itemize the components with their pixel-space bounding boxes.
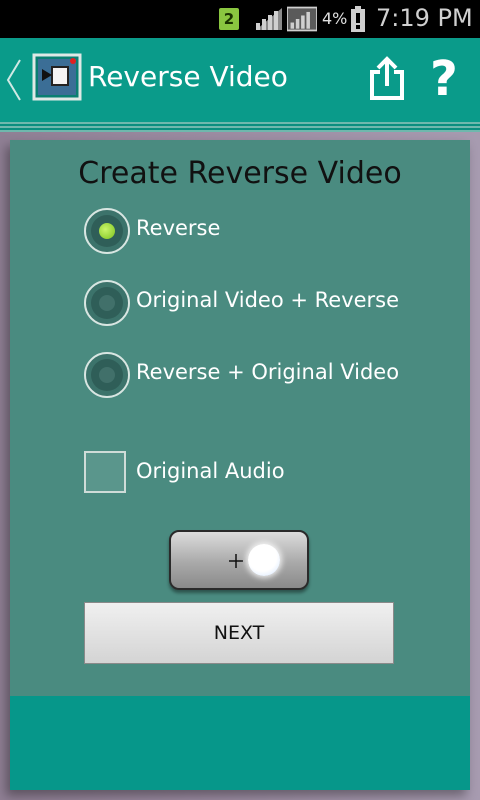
radio-label: Reverse + Original Video: [136, 360, 400, 384]
radio-button[interactable]: [84, 208, 130, 254]
crosshair-icon: [229, 554, 243, 568]
options-card: Create Reverse Video Reverse Original Vi…: [10, 140, 470, 790]
radio-dot: [99, 295, 115, 311]
original-audio-label: Original Audio: [136, 459, 285, 483]
status-bar: 2 4% 7:19 PM: [0, 0, 480, 38]
radio-dot: [99, 367, 115, 383]
header-divider: [0, 122, 480, 132]
help-icon[interactable]: ?: [430, 52, 466, 106]
card-footer: [10, 696, 470, 790]
next-button[interactable]: NEXT: [84, 602, 394, 664]
preview-toggle-button[interactable]: [169, 530, 309, 590]
battery-percent: 4%: [322, 9, 348, 28]
page-title: Create Reverse Video: [78, 156, 402, 191]
back-chevron-icon[interactable]: [6, 58, 22, 102]
app-icon: [32, 53, 82, 101]
notification-badge: 2: [219, 8, 239, 30]
status-time: 7:19 PM: [376, 4, 473, 32]
signal-icon: [287, 6, 317, 32]
action-bar: Reverse Video ?: [0, 38, 480, 122]
radio-button[interactable]: [84, 280, 130, 326]
battery-low-icon: [351, 6, 365, 32]
signal-icon: [256, 8, 282, 30]
radio-label: Reverse: [136, 216, 221, 240]
radio-dot: [99, 223, 115, 239]
app-title: Reverse Video: [88, 60, 288, 93]
radio-button[interactable]: [84, 352, 130, 398]
radio-label: Original Video + Reverse: [136, 288, 400, 312]
original-audio-checkbox[interactable]: [84, 451, 126, 493]
share-icon[interactable]: [366, 56, 408, 102]
toggle-knob: [248, 544, 280, 576]
